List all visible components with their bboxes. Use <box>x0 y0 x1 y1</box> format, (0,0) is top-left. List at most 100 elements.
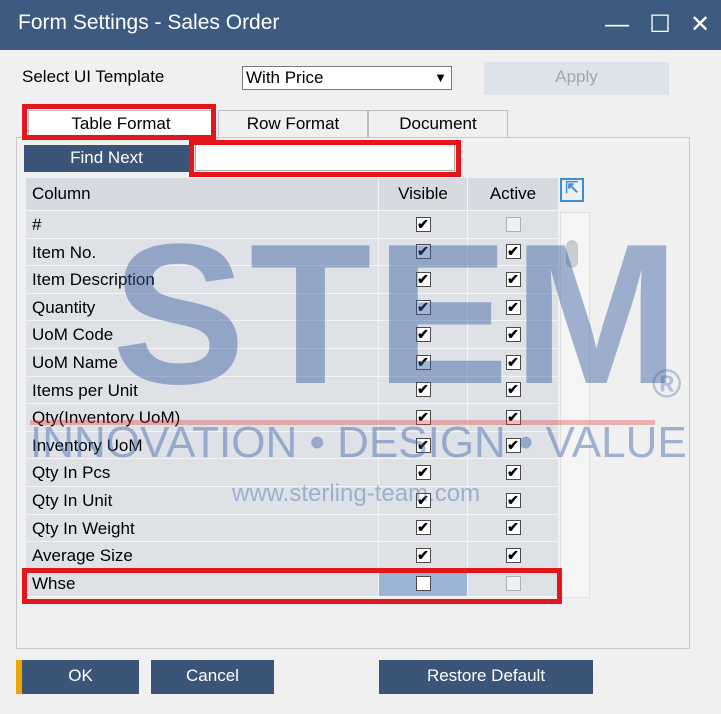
active-cell: ✔ <box>467 348 558 376</box>
cancel-button[interactable]: Cancel <box>151 660 274 694</box>
visible-cell: ✔ <box>378 459 467 486</box>
visible-cell: ✔ <box>378 514 467 542</box>
visible-checkbox[interactable]: ✔ <box>415 437 431 453</box>
tab-row-format[interactable]: Row Format <box>218 110 368 137</box>
active-cell: ✔ <box>467 238 558 266</box>
grid-header: Column Visible Active <box>26 178 558 211</box>
dropdown-arrow-icon[interactable]: ▼ <box>434 70 447 85</box>
visible-checkbox[interactable]: ✔ <box>415 271 431 287</box>
visible-cell: ✔ <box>378 404 467 431</box>
columns-grid: Column Visible Active # ✔ Item No. ✔ ✔ Item D… <box>26 178 558 598</box>
active-cell: ✔ <box>467 293 558 321</box>
active-cell: ✔ <box>467 266 558 293</box>
active-checkbox[interactable]: ✔ <box>505 244 521 260</box>
active-checkbox[interactable]: ✔ <box>505 327 521 343</box>
table-row[interactable]: Qty In Weight ✔ ✔ <box>26 514 558 543</box>
highlight-box-tab <box>22 104 216 140</box>
table-row[interactable]: Items per Unit ✔ ✔ <box>26 376 558 405</box>
active-cell: ✔ <box>467 376 558 404</box>
grid-rows: # ✔ Item No. ✔ ✔ Item Description ✔ ✔ Quantity ✔ ✔… <box>26 211 558 598</box>
watermark-line <box>30 420 655 425</box>
active-cell: ✔ <box>467 431 558 459</box>
column-name-cell: Item Description <box>32 270 155 290</box>
table-row[interactable]: Qty In Pcs ✔ ✔ <box>26 459 558 487</box>
visible-checkbox[interactable]: ✔ <box>415 327 431 343</box>
title-bar: Form Settings - Sales Order — ☐ ✕ <box>0 0 721 50</box>
active-checkbox[interactable]: ✔ <box>505 271 521 287</box>
table-row[interactable]: Item Description ✔ ✔ <box>26 266 558 294</box>
visible-cell: ✔ <box>378 321 467 348</box>
active-cell: ✔ <box>467 321 558 348</box>
highlight-box-find <box>189 140 461 177</box>
maximize-icon[interactable]: ☐ <box>640 6 680 44</box>
visible-cell: ✔ <box>378 211 467 238</box>
template-selected-value: With Price <box>246 68 324 87</box>
active-checkbox[interactable]: ✔ <box>505 520 521 536</box>
table-row[interactable]: Quantity ✔ ✔ <box>26 293 558 322</box>
visible-cell: ✔ <box>378 542 467 569</box>
expand-icon[interactable]: ⇱ <box>560 178 584 202</box>
visible-checkbox[interactable]: ✔ <box>415 216 431 232</box>
window-title: Form Settings - Sales Order <box>18 11 280 34</box>
visible-cell: ✔ <box>378 266 467 293</box>
visible-checkbox[interactable]: ✔ <box>415 244 431 260</box>
table-row[interactable]: Qty In Unit ✔ ✔ <box>26 486 558 515</box>
close-icon[interactable]: ✕ <box>680 6 720 44</box>
visible-checkbox[interactable]: ✔ <box>415 492 431 508</box>
active-cell: ✔ <box>467 486 558 514</box>
table-row[interactable]: # ✔ <box>26 211 558 239</box>
column-name-cell: UoM Code <box>32 325 114 345</box>
active-checkbox[interactable]: ✔ <box>505 354 521 370</box>
column-name-cell: Quantity <box>32 297 96 317</box>
template-select[interactable]: With Price ▼ <box>242 66 452 90</box>
column-name-cell: # <box>32 215 42 234</box>
column-name-cell: Inventory UoM <box>32 435 143 455</box>
active-cell: ✔ <box>467 514 558 542</box>
column-name-cell: Qty In Pcs <box>32 463 111 483</box>
active-checkbox[interactable]: ✔ <box>505 465 521 481</box>
active-checkbox[interactable]: ✔ <box>505 492 521 508</box>
table-row[interactable]: UoM Code ✔ ✔ <box>26 321 558 349</box>
tab-document[interactable]: Document <box>368 110 508 137</box>
table-row[interactable]: Inventory UoM ✔ ✔ <box>26 431 558 460</box>
visible-checkbox[interactable]: ✔ <box>415 299 431 315</box>
active-checkbox[interactable]: ✔ <box>505 382 521 398</box>
visible-cell: ✔ <box>378 486 467 514</box>
visible-cell: ✔ <box>378 431 467 459</box>
column-name-cell: Qty(Inventory UoM) <box>32 408 181 428</box>
restore-default-button[interactable]: Restore Default <box>379 660 593 694</box>
active-checkbox[interactable]: ✔ <box>505 299 521 315</box>
active-checkbox <box>505 216 521 232</box>
table-row[interactable]: UoM Name ✔ ✔ <box>26 348 558 377</box>
column-name-cell: Average Size <box>32 546 133 566</box>
header-visible: Visible <box>378 178 467 210</box>
active-checkbox[interactable]: ✔ <box>505 437 521 453</box>
visible-checkbox[interactable]: ✔ <box>415 354 431 370</box>
column-name-cell: UoM Name <box>32 352 118 372</box>
scrollbar-track[interactable] <box>560 212 590 598</box>
template-label: Select UI Template <box>22 67 165 86</box>
highlight-box-whse <box>22 568 562 604</box>
column-name-cell: Qty In Weight <box>32 518 135 538</box>
active-cell: ✔ <box>467 404 558 431</box>
find-next-button[interactable]: Find Next <box>24 145 189 172</box>
header-active: Active <box>467 178 558 210</box>
active-checkbox[interactable]: ✔ <box>505 547 521 563</box>
visible-checkbox[interactable]: ✔ <box>415 465 431 481</box>
minimize-icon[interactable]: — <box>597 6 637 44</box>
visible-checkbox[interactable]: ✔ <box>415 547 431 563</box>
table-row[interactable]: Average Size ✔ ✔ <box>26 542 558 570</box>
visible-cell: ✔ <box>378 238 467 266</box>
table-row[interactable]: Item No. ✔ ✔ <box>26 238 558 267</box>
header-column: Column <box>32 184 91 203</box>
visible-cell: ✔ <box>378 376 467 404</box>
apply-button[interactable]: Apply <box>484 62 669 95</box>
visible-checkbox[interactable]: ✔ <box>415 382 431 398</box>
column-name-cell: Items per Unit <box>32 380 138 400</box>
ok-button[interactable]: OK <box>16 660 139 694</box>
visible-checkbox[interactable]: ✔ <box>415 520 431 536</box>
visible-cell: ✔ <box>378 348 467 376</box>
table-row[interactable]: Qty(Inventory UoM) ✔ ✔ <box>26 404 558 432</box>
column-name-cell: Qty In Unit <box>32 490 113 510</box>
scrollbar-thumb[interactable] <box>566 240 578 268</box>
